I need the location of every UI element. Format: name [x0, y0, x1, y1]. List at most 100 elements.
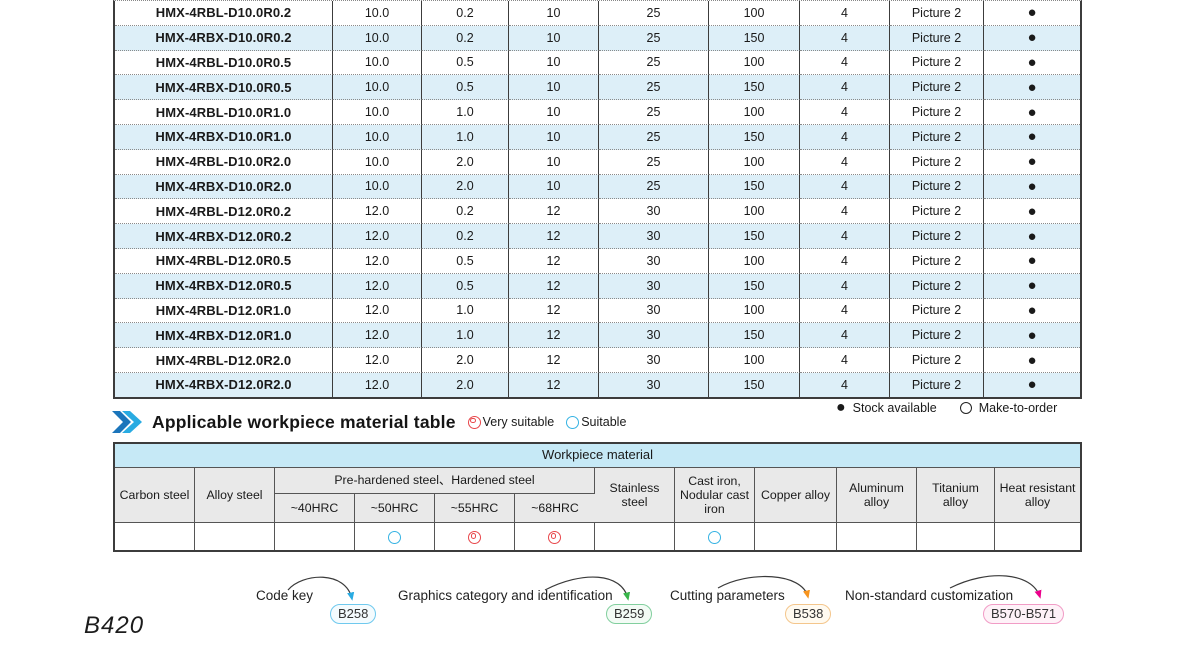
value-cell: 4 — [800, 175, 890, 200]
value-cell: 100 — [709, 100, 800, 125]
value-cell: 30 — [599, 373, 709, 397]
table-row: HMX-4RBX-D12.0R1.012.01.012301504Picture… — [115, 323, 1080, 348]
value-cell: 4 — [800, 224, 890, 249]
graphics-category-badge[interactable]: B259 — [606, 604, 652, 624]
section-header: Applicable workpiece material table Very… — [112, 411, 638, 433]
value-cell: 12 — [509, 249, 599, 274]
material-header-row-1: Carbon steel Alloy steel Pre-hardened st… — [115, 468, 1080, 494]
value-cell: 30 — [599, 323, 709, 348]
value-cell: 4 — [800, 100, 890, 125]
code-key-badge[interactable]: B258 — [330, 604, 376, 624]
value-cell: 150 — [709, 224, 800, 249]
non-standard-badge[interactable]: B570-B571 — [983, 604, 1064, 624]
table-row: HMX-4RBX-D10.0R2.010.02.010251504Picture… — [115, 175, 1080, 200]
very-suitable-label: Very suitable — [483, 415, 555, 429]
model-cell: HMX-4RBL-D10.0R2.0 — [115, 150, 333, 175]
table-row: HMX-4RBX-D12.0R0.212.00.212301504Picture… — [115, 224, 1080, 249]
rating-cell — [435, 523, 515, 550]
value-cell: 4 — [800, 274, 890, 299]
table-row: HMX-4RBX-D12.0R0.512.00.512301504Picture… — [115, 274, 1080, 299]
value-cell: 10.0 — [333, 150, 422, 175]
value-cell: 2.0 — [422, 373, 509, 397]
stock-cell: ● — [984, 199, 1080, 224]
model-cell: HMX-4RBL-D12.0R2.0 — [115, 348, 333, 373]
table-row: HMX-4RBX-D10.0R0.510.00.510251504Picture… — [115, 75, 1080, 100]
value-cell: 12.0 — [333, 274, 422, 299]
stock-cell: ● — [984, 373, 1080, 397]
value-cell: 4 — [800, 348, 890, 373]
value-cell: 1.0 — [422, 299, 509, 324]
header-50hrc: ~50HRC — [355, 494, 435, 523]
model-cell: HMX-4RBL-D12.0R0.2 — [115, 199, 333, 224]
header-aluminum-alloy: Aluminum alloy — [837, 468, 917, 523]
value-cell: 10 — [509, 125, 599, 150]
value-cell: 150 — [709, 323, 800, 348]
code-key-label: Code key — [256, 588, 313, 603]
value-cell: 25 — [599, 100, 709, 125]
model-cell: HMX-4RBL-D12.0R1.0 — [115, 299, 333, 324]
value-cell: Picture 2 — [890, 1, 984, 26]
very-suitable-icon — [468, 531, 481, 544]
model-cell: HMX-4RBX-D12.0R0.2 — [115, 224, 333, 249]
stock-available-icon: ● — [836, 401, 846, 415]
value-cell: 2.0 — [422, 348, 509, 373]
value-cell: 150 — [709, 373, 800, 397]
stock-cell: ● — [984, 299, 1080, 324]
value-cell: 12.0 — [333, 373, 422, 397]
value-cell: 150 — [709, 75, 800, 100]
value-cell: Picture 2 — [890, 75, 984, 100]
cutting-parameters-label: Cutting parameters — [670, 588, 785, 603]
stock-cell: ● — [984, 323, 1080, 348]
cutting-parameters-badge[interactable]: B538 — [785, 604, 831, 624]
value-cell: 30 — [599, 199, 709, 224]
model-cell: HMX-4RBL-D10.0R1.0 — [115, 100, 333, 125]
value-cell: 12 — [509, 348, 599, 373]
header-cast-iron: Cast iron, Nodular cast iron — [675, 468, 755, 523]
header-alloy-steel: Alloy steel — [195, 468, 275, 523]
value-cell: 10.0 — [333, 175, 422, 200]
value-cell: Picture 2 — [890, 348, 984, 373]
value-cell: 12.0 — [333, 348, 422, 373]
value-cell: 4 — [800, 249, 890, 274]
value-cell: Picture 2 — [890, 26, 984, 51]
value-cell: 30 — [599, 224, 709, 249]
value-cell: 150 — [709, 274, 800, 299]
value-cell: 25 — [599, 1, 709, 26]
stock-available-label: Stock available — [853, 401, 937, 415]
value-cell: 0.2 — [422, 224, 509, 249]
table-row: HMX-4RBL-D10.0R0.510.00.510251004Picture… — [115, 51, 1080, 76]
material-table-title: Workpiece material — [115, 444, 1080, 468]
value-cell: 30 — [599, 348, 709, 373]
rating-cell — [995, 523, 1080, 550]
rating-cell — [675, 523, 755, 550]
header-stainless-steel: Stainless steel — [595, 468, 675, 523]
value-cell: 10.0 — [333, 26, 422, 51]
header-55hrc: ~55HRC — [435, 494, 515, 523]
rating-cell — [837, 523, 917, 550]
suitability-legend: Very suitable Suitable — [468, 415, 639, 429]
value-cell: 25 — [599, 150, 709, 175]
value-cell: 4 — [800, 1, 890, 26]
model-cell: HMX-4RBL-D12.0R0.5 — [115, 249, 333, 274]
value-cell: 10 — [509, 100, 599, 125]
model-cell: HMX-4RBX-D12.0R2.0 — [115, 373, 333, 397]
value-cell: 100 — [709, 249, 800, 274]
value-cell: 0.2 — [422, 199, 509, 224]
table-row: HMX-4RBL-D12.0R2.012.02.012301004Picture… — [115, 348, 1080, 373]
rating-cell — [755, 523, 837, 550]
rating-cell — [275, 523, 355, 550]
value-cell: 10 — [509, 26, 599, 51]
value-cell: 0.2 — [422, 1, 509, 26]
value-cell: 4 — [800, 75, 890, 100]
header-titanium-alloy: Titanium alloy — [917, 468, 995, 523]
table-row: HMX-4RBL-D12.0R0.212.00.212301004Picture… — [115, 199, 1080, 224]
value-cell: 100 — [709, 299, 800, 324]
value-cell: 100 — [709, 1, 800, 26]
value-cell: 4 — [800, 125, 890, 150]
value-cell: 12 — [509, 199, 599, 224]
section-title: Applicable workpiece material table — [152, 412, 456, 433]
stock-cell: ● — [984, 100, 1080, 125]
non-standard-label: Non-standard customization — [845, 588, 1013, 603]
rating-cell — [595, 523, 675, 550]
value-cell: 30 — [599, 274, 709, 299]
